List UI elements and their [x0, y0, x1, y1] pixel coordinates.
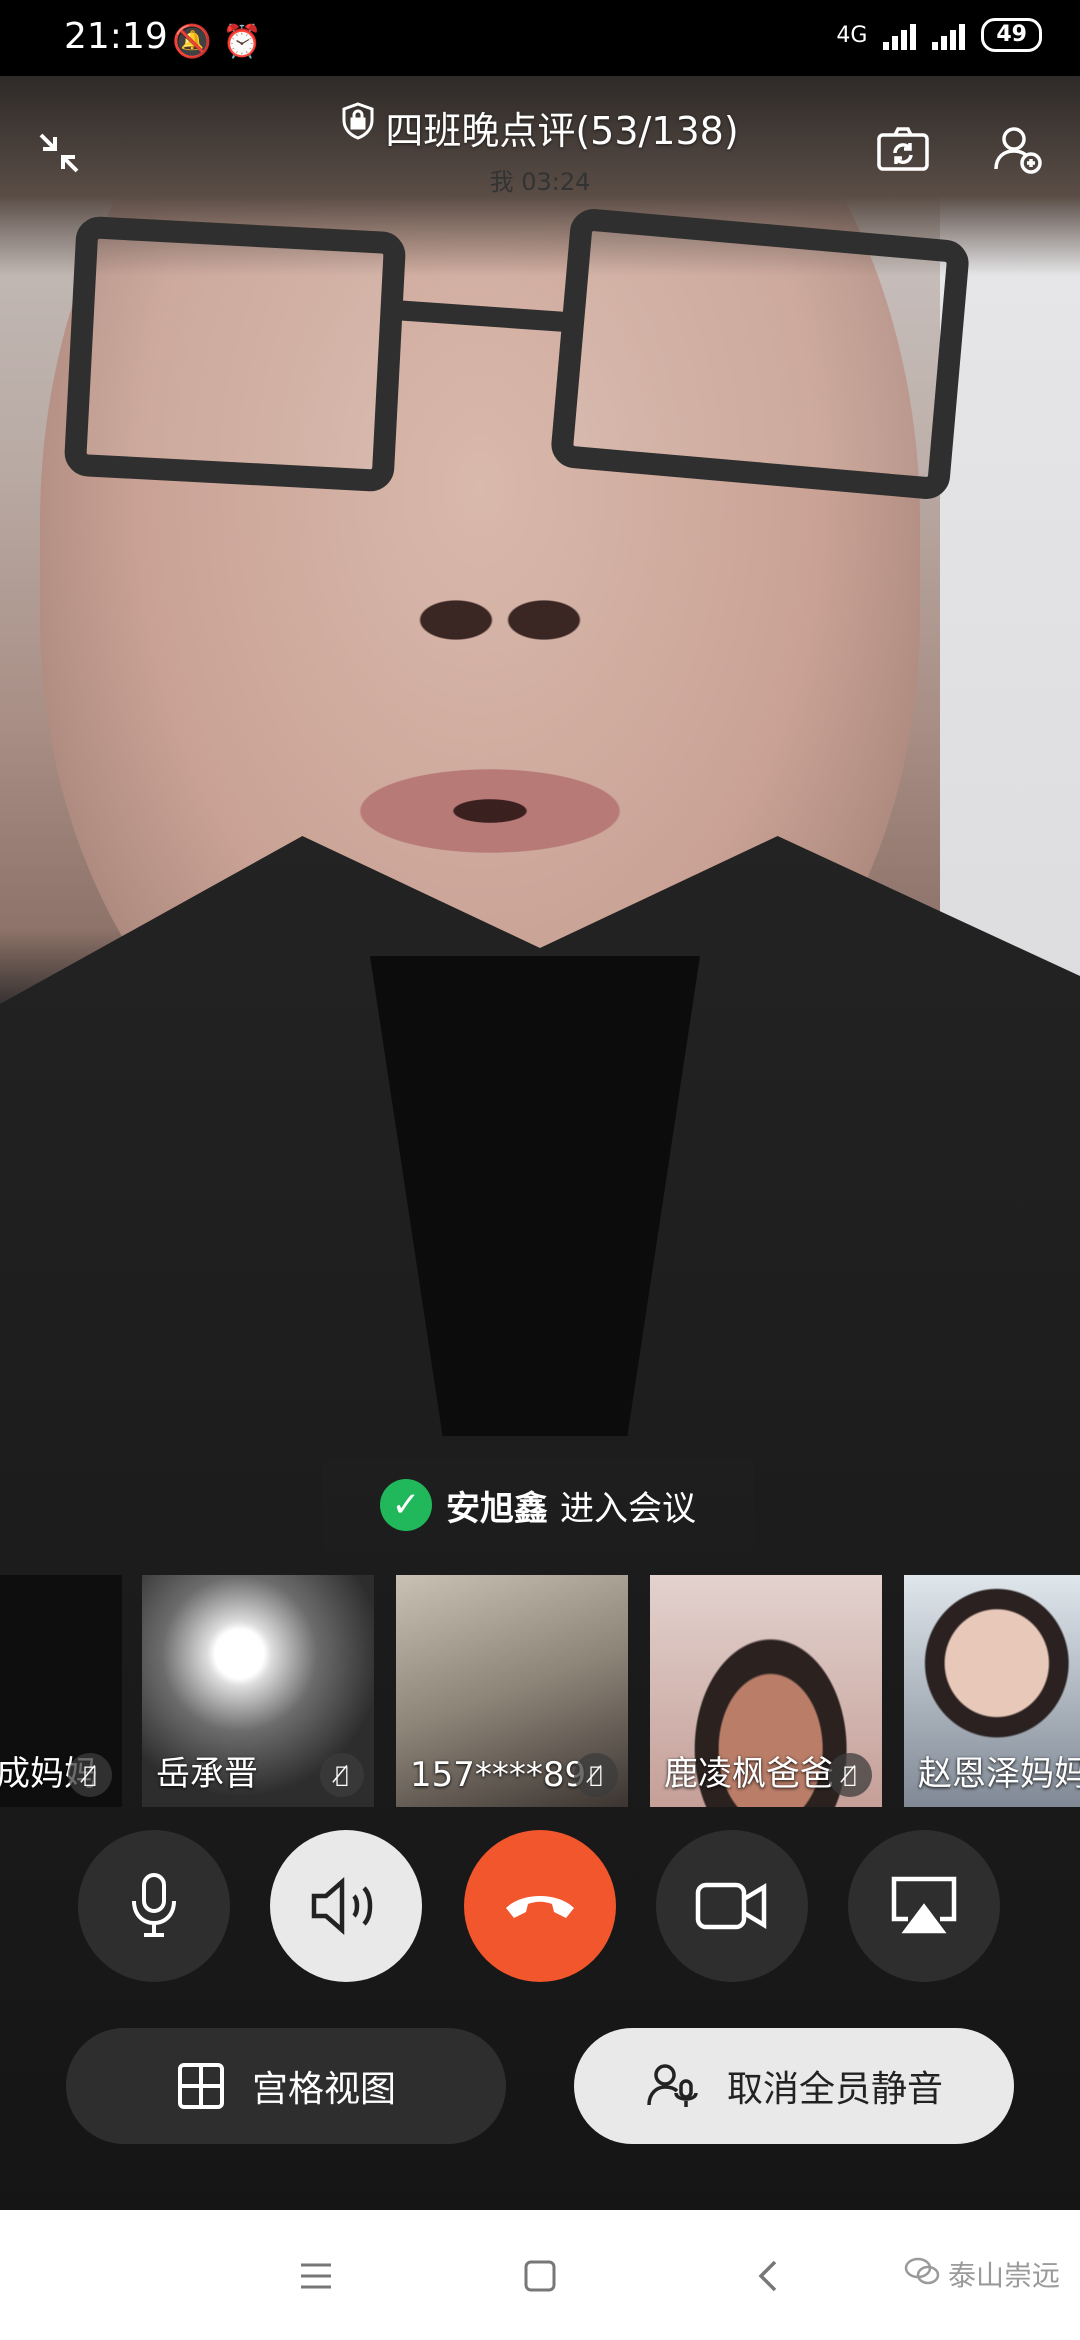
hangup-icon: [506, 1896, 574, 1918]
video-glasses-left: [63, 215, 407, 493]
unmute-all-icon: [645, 2061, 701, 2111]
network-type: 4G: [836, 22, 868, 48]
signal-icon-2: [932, 20, 966, 50]
unmute-all-button[interactable]: 取消全员静音: [574, 2028, 1014, 2144]
status-right-icons: 4G 49: [836, 18, 1042, 52]
mic-muted-icon: 🎙̸: [574, 1753, 618, 1797]
hangup-button[interactable]: [464, 1830, 616, 1982]
meeting-header: 四班晚点评(53/138) 我 03:24: [0, 90, 1080, 210]
joined-user-name: 安旭鑫: [446, 1488, 548, 1529]
mic-muted-icon: 🎙̸: [320, 1753, 364, 1797]
microphone-button[interactable]: [78, 1830, 230, 1982]
participant-name: 赵恩泽妈妈: [918, 1754, 1080, 1794]
unmute-all-label: 取消全员静音: [726, 2069, 943, 2110]
signal-icon: [883, 20, 917, 50]
screen-share-icon: [891, 1876, 957, 1934]
mic-muted-icon: 🎙̸: [828, 1753, 872, 1797]
home-square-icon: [524, 2260, 556, 2292]
status-notification-icons: 🔕 ⏰: [172, 22, 262, 60]
grid-icon: [176, 2061, 226, 2111]
video-glasses-right: [549, 207, 971, 501]
video-camera-icon: [695, 1882, 767, 1930]
back-chevron-icon: [758, 2260, 777, 2292]
alarm-icon: ⏰: [222, 22, 262, 60]
camera-flip-icon: [877, 127, 929, 171]
menu-icon: [301, 2263, 331, 2289]
watermark: 泰山崇远: [904, 2254, 1060, 2294]
wechat-icon: [904, 2256, 940, 2293]
join-notification-toast: ✓ 安旭鑫 进入会议: [322, 1458, 754, 1552]
back-button[interactable]: [738, 2246, 798, 2306]
participant-name: 鹿凌枫爸爸: [664, 1754, 834, 1794]
bell-off-icon: 🔕: [172, 22, 212, 60]
speaker-icon: [311, 1877, 373, 1935]
grid-view-button[interactable]: 宫格视图: [66, 2028, 506, 2144]
battery-indicator: 49: [981, 18, 1042, 52]
members-button[interactable]: [985, 116, 1051, 182]
participant-name: 岳承晋: [156, 1754, 258, 1794]
participant-tile[interactable]: 鹿凌枫爸爸 🎙̸: [650, 1575, 882, 1807]
system-nav-bar: 泰山崇远: [0, 2210, 1080, 2340]
mic-muted-icon: 🎙̸: [68, 1753, 112, 1797]
shield-lock-icon: [341, 102, 375, 148]
status-bar: 21:19 🔕 ⏰ 4G 49: [0, 0, 1080, 76]
participant-strip[interactable]: 成妈妈 🎙̸ 岳承晋 🎙̸ 157****89 🎙̸ 鹿凌枫爸爸 🎙̸ 赵恩泽妈…: [0, 1575, 1080, 1807]
grid-view-label: 宫格视图: [251, 2069, 396, 2110]
joined-message: 进入会议: [560, 1488, 696, 1529]
meeting-title-text: 四班晚点评(53/138): [385, 109, 739, 153]
participant-tile[interactable]: 赵恩泽妈妈: [904, 1575, 1080, 1807]
status-time: 21:19: [64, 16, 168, 57]
speaker-button[interactable]: [270, 1830, 422, 1982]
watermark-text: 泰山崇远: [947, 2259, 1060, 2292]
participant-name: 157****89: [410, 1755, 587, 1795]
participant-tile[interactable]: 岳承晋 🎙̸: [142, 1575, 374, 1807]
add-member-icon: [994, 127, 1042, 174]
call-controls: [0, 1830, 1080, 1985]
recent-apps-button[interactable]: [286, 2246, 346, 2306]
participant-tile[interactable]: 成妈妈 🎙̸: [0, 1575, 122, 1807]
screen-share-button[interactable]: [848, 1830, 1000, 1982]
flip-camera-button[interactable]: [870, 116, 936, 182]
home-button[interactable]: [510, 2246, 570, 2306]
video-mouth: [350, 766, 630, 856]
check-icon: ✓: [380, 1479, 432, 1531]
participant-tile[interactable]: 157****89 🎙̸: [396, 1575, 628, 1807]
video-nose: [390, 536, 610, 656]
camera-button[interactable]: [656, 1830, 808, 1982]
microphone-icon: [132, 1873, 176, 1937]
